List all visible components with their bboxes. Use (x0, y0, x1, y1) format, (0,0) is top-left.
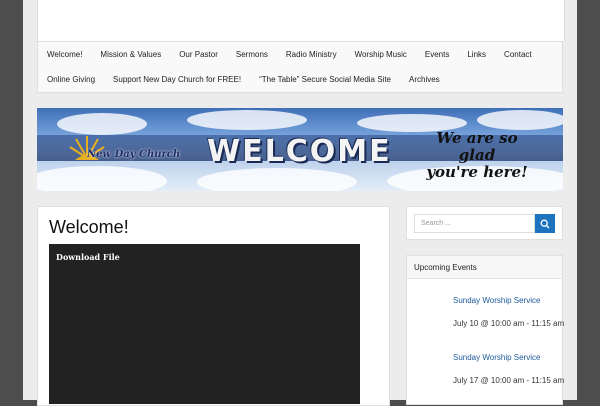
nav-item-worship-music[interactable]: Worship Music (346, 42, 416, 68)
cloud-decoration (197, 168, 357, 191)
banner-tagline: We are so glad you're here! (417, 130, 537, 181)
search-icon (540, 219, 550, 228)
nav-row-1: Welcome! Mission & Values Our Pastor Ser… (38, 42, 541, 68)
events-heading: Upcoming Events (407, 256, 562, 279)
welcome-banner: New Day Church WELCOME We are so glad yo… (37, 108, 563, 191)
nav-item-contact[interactable]: Contact (495, 42, 541, 68)
nav-item-our-pastor[interactable]: Our Pastor (170, 42, 227, 68)
upcoming-events-widget: Upcoming Events Sunday Worship Service J… (406, 255, 565, 405)
nav-item-events[interactable]: Events (416, 42, 458, 68)
nav-row-2: Online Giving Support New Day Church for… (38, 67, 449, 93)
nav-item-the-table[interactable]: “The Table” Secure Social Media Site (250, 67, 400, 93)
banner-tagline-line1: We are so glad (436, 129, 518, 164)
event-date: July 10 @ 10:00 am - 11:15 am (453, 319, 565, 328)
church-logo-text: New Day Church (87, 149, 181, 160)
search-widget: Search ... (406, 206, 563, 240)
nav-item-welcome[interactable]: Welcome! (38, 42, 91, 68)
event-date: July 17 @ 10:00 am - 11:15 am (453, 376, 565, 385)
nav-item-online-giving[interactable]: Online Giving (38, 67, 104, 93)
event-title[interactable]: Sunday Worship Service (453, 353, 540, 362)
nav-item-support-church[interactable]: Support New Day Church for FREE! (104, 67, 250, 93)
video-player[interactable]: Download File (49, 244, 360, 404)
search-button[interactable] (535, 214, 555, 233)
cloud-decoration (37, 166, 167, 191)
main-content: Welcome! Download File (37, 206, 390, 406)
download-file-link[interactable]: Download File (56, 252, 120, 262)
nav-item-mission-values[interactable]: Mission & Values (91, 42, 170, 68)
cloud-decoration (187, 110, 307, 130)
cloud-decoration (477, 110, 563, 130)
main-navigation: Welcome! Mission & Values Our Pastor Ser… (37, 41, 563, 93)
nav-item-sermons[interactable]: Sermons (227, 42, 277, 68)
banner-welcome-text: WELCOME (207, 134, 392, 169)
nav-item-archives[interactable]: Archives (400, 67, 449, 93)
nav-item-radio-ministry[interactable]: Radio Ministry (277, 42, 346, 68)
banner-tagline-line2: you're here! (426, 163, 528, 181)
event-title[interactable]: Sunday Worship Service (453, 296, 540, 305)
nav-item-links[interactable]: Links (458, 42, 495, 68)
search-input[interactable]: Search ... (414, 214, 535, 233)
site-header (37, 0, 565, 41)
page-title: Welcome! (49, 217, 129, 237)
